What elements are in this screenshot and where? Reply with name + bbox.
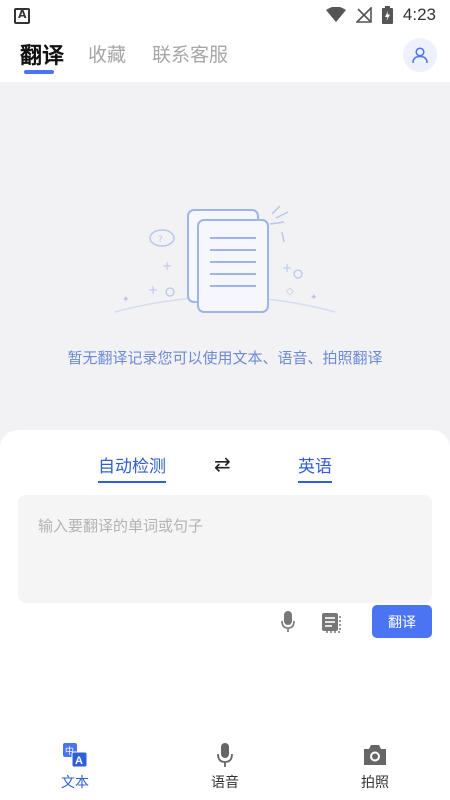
paste-text-button[interactable] [320,610,344,634]
microphone-icon [281,611,295,632]
no-signal-icon [355,7,372,23]
camera-icon [362,742,388,768]
empty-history-message: 暂无翻译记录您可以使用文本、语音、拍照翻译 [67,349,383,367]
user-profile-button[interactable] [403,38,437,72]
nav-voice-translate[interactable]: 语音 [175,740,275,800]
bottom-navigation: 中 A 文本 语音 拍照 [0,740,450,800]
empty-history-area: ? + + + ◇ ✦ ✦ 暂无翻译记录您可以使用文本、语音、拍照翻译 [0,82,450,432]
app-notification-icon: A [14,8,30,24]
svg-text:✦: ✦ [122,295,130,305]
nav-photo-translate[interactable]: 拍照 [325,740,425,800]
status-bar: A 4:23 [0,0,450,30]
svg-text:+: + [162,259,172,273]
svg-text:A: A [75,755,83,767]
translate-panel: 自动检测 ⇄ 英语 翻译 [0,430,450,740]
nav-voice-label: 语音 [211,775,239,791]
svg-text:◇: ◇ [286,286,294,297]
svg-text:+: + [148,283,158,297]
top-tab-bar: 翻译 收藏 联系客服 [0,30,450,82]
svg-text:+: + [282,261,292,275]
swap-languages-button[interactable]: ⇄ [214,452,231,476]
tab-favorites[interactable]: 收藏 [88,40,126,67]
user-icon [412,47,428,64]
nav-text-label: 文本 [61,775,89,791]
nav-photo-label: 拍照 [361,775,389,791]
svg-text:?: ? [158,235,163,245]
translate-button[interactable]: 翻译 [372,605,432,638]
empty-documents-illustration: ? + + + ◇ ✦ ✦ [114,205,336,313]
voice-input-button[interactable] [276,610,300,634]
nav-text-translate[interactable]: 中 A 文本 [25,740,125,800]
microphone-icon [212,742,238,768]
battery-charging-icon [381,6,393,24]
target-language-selector[interactable]: 英语 [298,452,332,483]
active-tab-indicator [24,70,54,74]
clock: 4:23 [402,5,436,24]
translate-input[interactable] [18,495,432,603]
translate-text-icon: 中 A [62,742,88,768]
source-language-selector[interactable]: 自动检测 [98,452,166,483]
svg-text:✦: ✦ [310,293,318,303]
tab-translate[interactable]: 翻译 [20,38,64,70]
document-paste-icon [322,613,341,633]
tab-customer-service[interactable]: 联系客服 [152,40,228,67]
wifi-icon [325,7,346,22]
